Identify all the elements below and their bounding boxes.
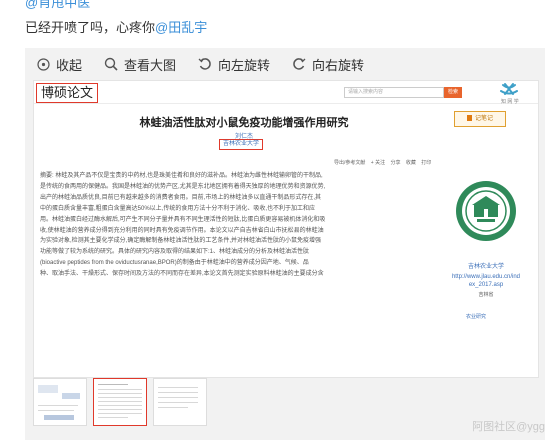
side-url: http://www.jlau.edu.cn/index_2017.asp (451, 274, 521, 288)
mention-link[interactable]: @田乱宇 (155, 20, 207, 35)
screenshot-image[interactable]: 博硕论文 请输入搜索内容 检索 知 网 学 林蛙油活性肽对小鼠免疫功能增强作用研… (33, 80, 539, 378)
collapse-label: 收起 (56, 57, 83, 73)
watermark: 阿图社区@ygg (472, 421, 545, 433)
post-text: 已经开喷了吗，心疼你@田乱宇 (25, 17, 207, 36)
university-emblem-icon (456, 181, 516, 241)
view-large-label: 查看大图 (124, 57, 177, 73)
doc-type-label: 博硕论文 (36, 83, 99, 103)
action-favorite: 收藏 (405, 160, 416, 166)
action-share: 分享 (390, 160, 401, 166)
search-input: 请输入搜索内容 (344, 87, 444, 98)
paper-title: 林蛙油活性肽对小鼠免疫功能增强作用研究 (139, 117, 349, 129)
view-large-button[interactable]: 查看大图 (104, 55, 176, 74)
post-body: 已经开喷了吗，心疼你 (25, 20, 156, 35)
collapse-button[interactable]: 收起 (37, 55, 82, 74)
magnifier-icon (104, 57, 118, 71)
paper-abstract: 摘要: 林蛙及其产品不仅是宝贵的中药材,也是珠美佳肴和良好的滋补品。林蛙油为雌性… (40, 173, 326, 278)
paper-org: 吉林农业大学 (219, 139, 264, 150)
cnki-header: 博硕论文 请输入搜索内容 检索 知 网 学 (34, 81, 538, 105)
side-org: 吉林农业大学 (467, 264, 504, 270)
action-export: 导出/参考文献 (334, 160, 366, 166)
collapse-icon (37, 57, 50, 71)
rotate-left-button[interactable]: 向左旋转 (198, 55, 270, 74)
action-follow: + 关注 (370, 160, 386, 166)
thumbnail-2[interactable] (93, 378, 147, 426)
rotate-right-icon (293, 58, 306, 70)
side-region: 吉林省 (478, 292, 494, 298)
thumbnail-1[interactable] (33, 378, 87, 426)
thumbnail-3[interactable] (153, 378, 207, 426)
logo-caption: 知 网 学 (501, 99, 519, 105)
rotate-right-label: 向右旋转 (312, 57, 365, 73)
paper-actions: 导出/参考文献 + 关注 分享 收藏 打印 (334, 159, 435, 166)
note-button: 记笔记 (454, 111, 506, 127)
mention-link-top[interactable]: @肖甩中医 (25, 0, 90, 11)
image-toolbar: 收起 查看大图 向左旋转 向右旋转 (25, 48, 545, 80)
rotate-right-button[interactable]: 向右旋转 (292, 55, 364, 74)
rotate-left-label: 向左旋转 (218, 57, 271, 73)
thumbnail-strip (33, 378, 213, 426)
side-info: 吉林农业大学 http://www.jlau.edu.cn/index_2017… (434, 263, 538, 299)
action-print: 打印 (421, 160, 432, 166)
side-more-link: 农业研究 (466, 314, 487, 320)
image-viewer-panel: 收起 查看大图 向左旋转 向右旋转 博硕论文 请输入搜索内容 检索 知 网 学 (25, 48, 545, 440)
search-button: 检索 (444, 87, 462, 98)
rotate-left-icon (198, 58, 211, 70)
